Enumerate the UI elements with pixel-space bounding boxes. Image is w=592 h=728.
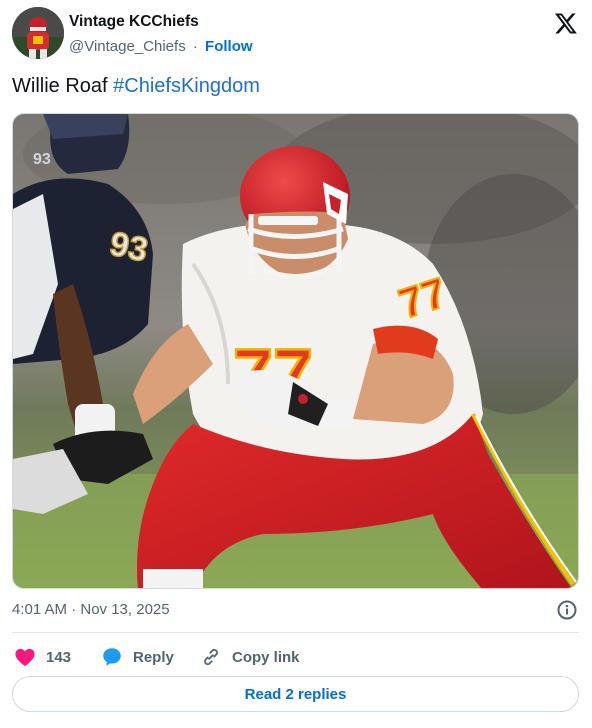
- x-logo-icon[interactable]: [554, 11, 578, 35]
- heart-icon: [15, 648, 35, 667]
- tweet-text-body: Willie Roaf: [12, 75, 108, 97]
- info-icon[interactable]: [556, 599, 578, 621]
- author-handle[interactable]: @Vintage_Chiefs: [69, 38, 186, 55]
- author-handle-row: @Vintage_Chiefs · Follow: [69, 38, 253, 55]
- read-replies-button[interactable]: Read 2 replies: [12, 676, 579, 712]
- separator-dot: ·: [192, 38, 198, 55]
- tweet-photo[interactable]: 93 93 77 77: [12, 113, 579, 589]
- reply-button[interactable]: Reply: [101, 644, 174, 670]
- opponent-jersey-number: 93: [106, 225, 151, 270]
- like-count: 143: [46, 648, 72, 666]
- divider: [12, 632, 579, 633]
- avatar-image: [12, 7, 64, 59]
- opponent-helmet-number: 93: [33, 151, 51, 168]
- tweet-actions: 143 Reply Copy link: [12, 644, 579, 670]
- tweet-timestamp[interactable]: 4:01 AM · Nov 13, 2025: [12, 601, 170, 618]
- copy-link-label: Copy link: [232, 648, 300, 666]
- reply-bubble-icon: [103, 648, 121, 666]
- author-display-name[interactable]: Vintage KCChiefs: [69, 13, 199, 31]
- football-player-photo: 93 93 77 77: [13, 114, 578, 588]
- copy-link-button[interactable]: Copy link: [200, 644, 300, 670]
- reply-label: Reply: [133, 648, 174, 666]
- hashtag-link[interactable]: #ChiefsKingdom: [113, 75, 260, 97]
- link-icon: [204, 648, 218, 666]
- tweet-header: Vintage KCChiefs @Vintage_Chiefs · Follo…: [12, 7, 580, 61]
- tweet-text: Willie Roaf #ChiefsKingdom: [12, 75, 260, 98]
- follow-link[interactable]: Follow: [205, 38, 253, 55]
- like-button[interactable]: 143: [14, 644, 71, 670]
- avatar[interactable]: [12, 7, 64, 59]
